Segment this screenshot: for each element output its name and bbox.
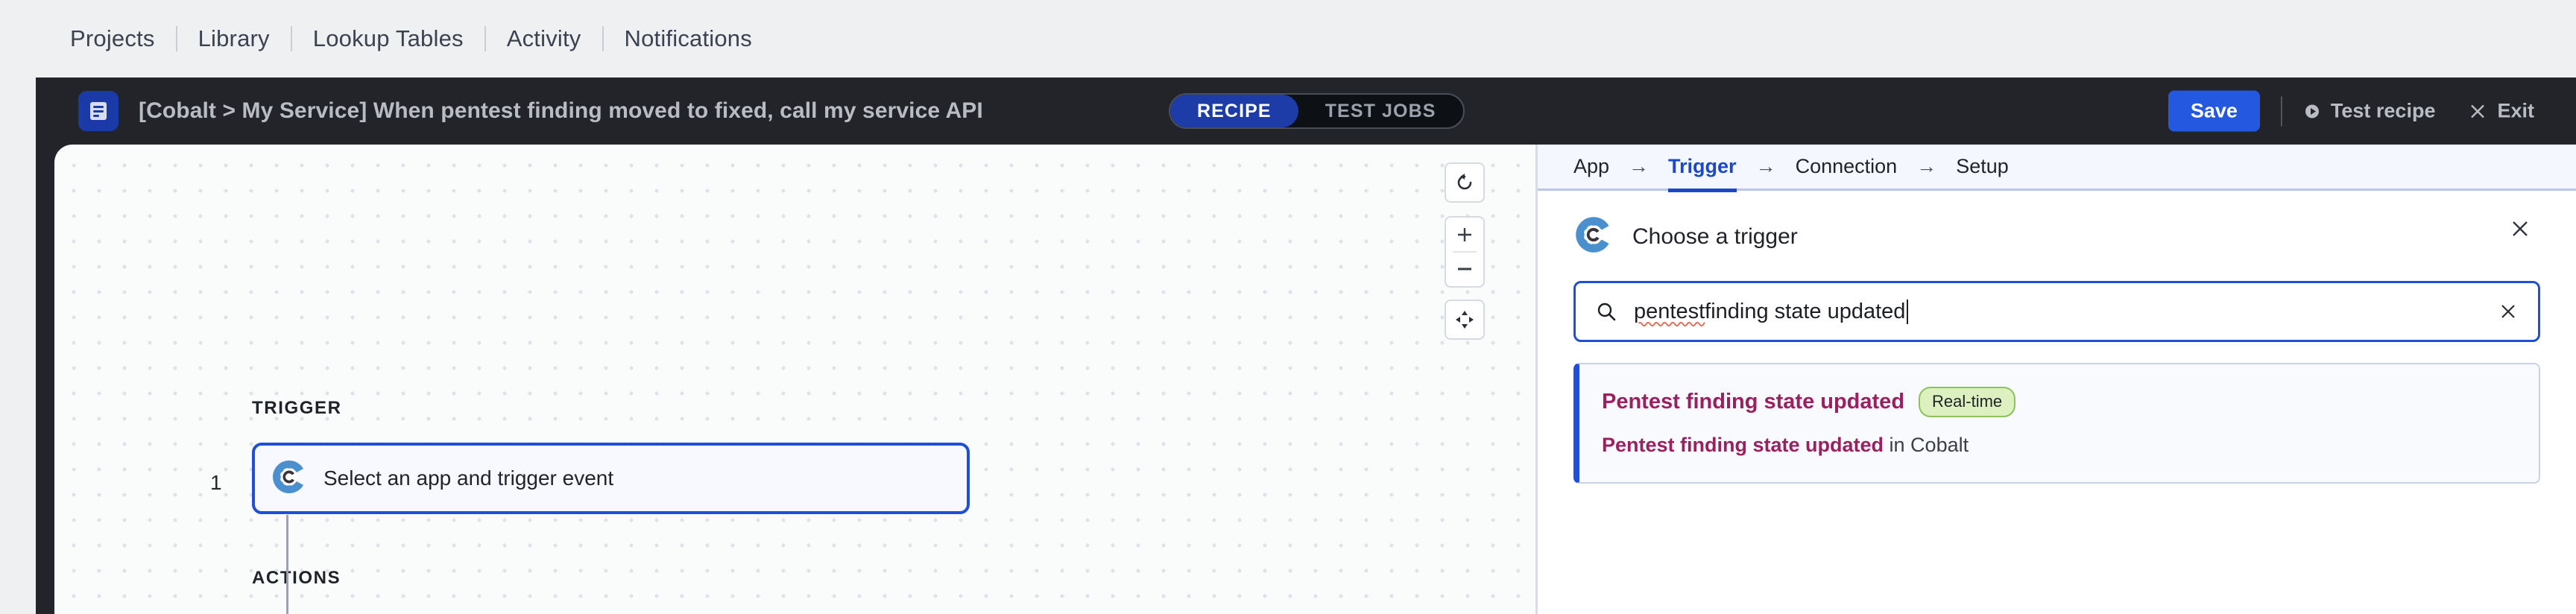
panel-step-connection[interactable]: Connection (1796, 144, 1898, 190)
search-input[interactable]: pentest finding state updated (1634, 299, 2498, 324)
search-row: pentest finding state updated (1538, 259, 2576, 342)
view-toggle: RECIPE TEST JOBS (1169, 93, 1465, 129)
editor-toolbar: [Cobalt > My Service] When pentest findi… (36, 77, 2576, 145)
trigger-search-box[interactable]: pentest finding state updated (1573, 281, 2540, 342)
zoom-in-button[interactable] (1446, 218, 1483, 251)
search-icon (1595, 300, 1617, 323)
canvas-pan-button[interactable] (1445, 300, 1485, 340)
exit-label: Exit (2497, 99, 2534, 122)
test-recipe-button[interactable]: Test recipe (2303, 99, 2436, 123)
result-subtitle: Pentest finding state updated in Cobalt (1602, 434, 2515, 457)
nav-item-lookup-tables[interactable]: Lookup Tables (292, 25, 484, 52)
cobalt-logo-icon (271, 458, 308, 499)
nav-item-library[interactable]: Library (177, 25, 291, 52)
undo-circle-icon (1457, 174, 1472, 190)
nav-item-activity[interactable]: Activity (486, 25, 602, 52)
panel-step-trigger[interactable]: Trigger (1668, 144, 1737, 192)
close-icon (2468, 101, 2487, 121)
toolbar-actions: Save Test recipe Exit (2168, 90, 2534, 132)
minus-icon (1458, 268, 1471, 270)
close-icon (2513, 221, 2528, 236)
editor-body: TRIGGER 1 Select an app and trigger even… (36, 145, 2576, 614)
panel-step-app[interactable]: App (1573, 144, 1609, 190)
result-subtitle-highlight: Pentest finding state updated (1602, 434, 1884, 456)
trigger-picker-panel: App → Trigger → Connection → Setup Choos… (1535, 145, 2576, 614)
toolbar-divider (2280, 96, 2282, 126)
close-icon (2501, 305, 2515, 318)
actions-section-label: ACTIONS (252, 568, 341, 588)
trigger-section-label: TRIGGER (252, 398, 342, 418)
top-navigation: Projects Library Lookup Tables Activity … (0, 0, 2576, 77)
search-clear-button[interactable] (2498, 301, 2519, 322)
move-arrows-icon (1456, 311, 1474, 329)
result-title: Pentest finding state updated (1602, 390, 1905, 414)
panel-header: Choose a trigger (1538, 191, 2576, 259)
exit-button[interactable]: Exit (2468, 100, 2534, 123)
result-subtitle-rest: in Cobalt (1884, 434, 1969, 456)
recipe-editor-shell: [Cobalt > My Service] When pentest findi… (36, 77, 2576, 614)
recipe-title: [Cobalt > My Service] When pentest findi… (139, 98, 983, 123)
step-number: 1 (210, 471, 222, 494)
canvas-zoom-controls (1445, 216, 1485, 288)
tab-test-jobs[interactable]: TEST JOBS (1298, 95, 1463, 127)
trigger-result-item[interactable]: Pentest finding state updated Real-time … (1573, 363, 2540, 484)
status-badge: Real-time (1919, 387, 2016, 417)
test-recipe-label: Test recipe (2330, 99, 2436, 122)
trigger-step-card[interactable]: Select an app and trigger event (252, 443, 970, 514)
arrow-right-icon: → (1629, 155, 1650, 177)
cobalt-logo-icon (1573, 215, 1614, 259)
tab-recipe[interactable]: RECIPE (1170, 95, 1298, 127)
recipe-document-icon[interactable] (78, 91, 119, 131)
arrow-right-icon: → (1916, 155, 1937, 177)
text-cursor (1907, 299, 1909, 324)
search-results-list: Pentest finding state updated Real-time … (1538, 342, 2576, 484)
zoom-out-button[interactable] (1446, 253, 1483, 286)
canvas-container: TRIGGER 1 Select an app and trigger even… (36, 145, 1535, 614)
search-value-rest: finding state updated (1705, 299, 1906, 323)
panel-close-button[interactable] (2509, 218, 2531, 240)
panel-title: Choose a trigger (1632, 224, 1798, 249)
panel-step-breadcrumb: App → Trigger → Connection → Setup (1538, 144, 2576, 192)
recipe-canvas[interactable]: TRIGGER 1 Select an app and trigger even… (54, 145, 1535, 614)
save-button[interactable]: Save (2168, 90, 2260, 132)
trigger-card-label: Select an app and trigger event (323, 466, 614, 490)
nav-item-projects[interactable]: Projects (49, 25, 176, 52)
panel-step-setup[interactable]: Setup (1956, 144, 2009, 190)
step-connector-line (286, 515, 288, 614)
search-value-misspelled: pentest (1634, 299, 1705, 323)
canvas-reset-button[interactable] (1445, 162, 1485, 203)
play-circle-icon (2303, 102, 2321, 120)
nav-item-notifications[interactable]: Notifications (604, 25, 773, 52)
plus-icon (1458, 227, 1471, 241)
result-title-row: Pentest finding state updated Real-time (1602, 387, 2515, 417)
arrow-right-icon: → (1755, 155, 1776, 177)
